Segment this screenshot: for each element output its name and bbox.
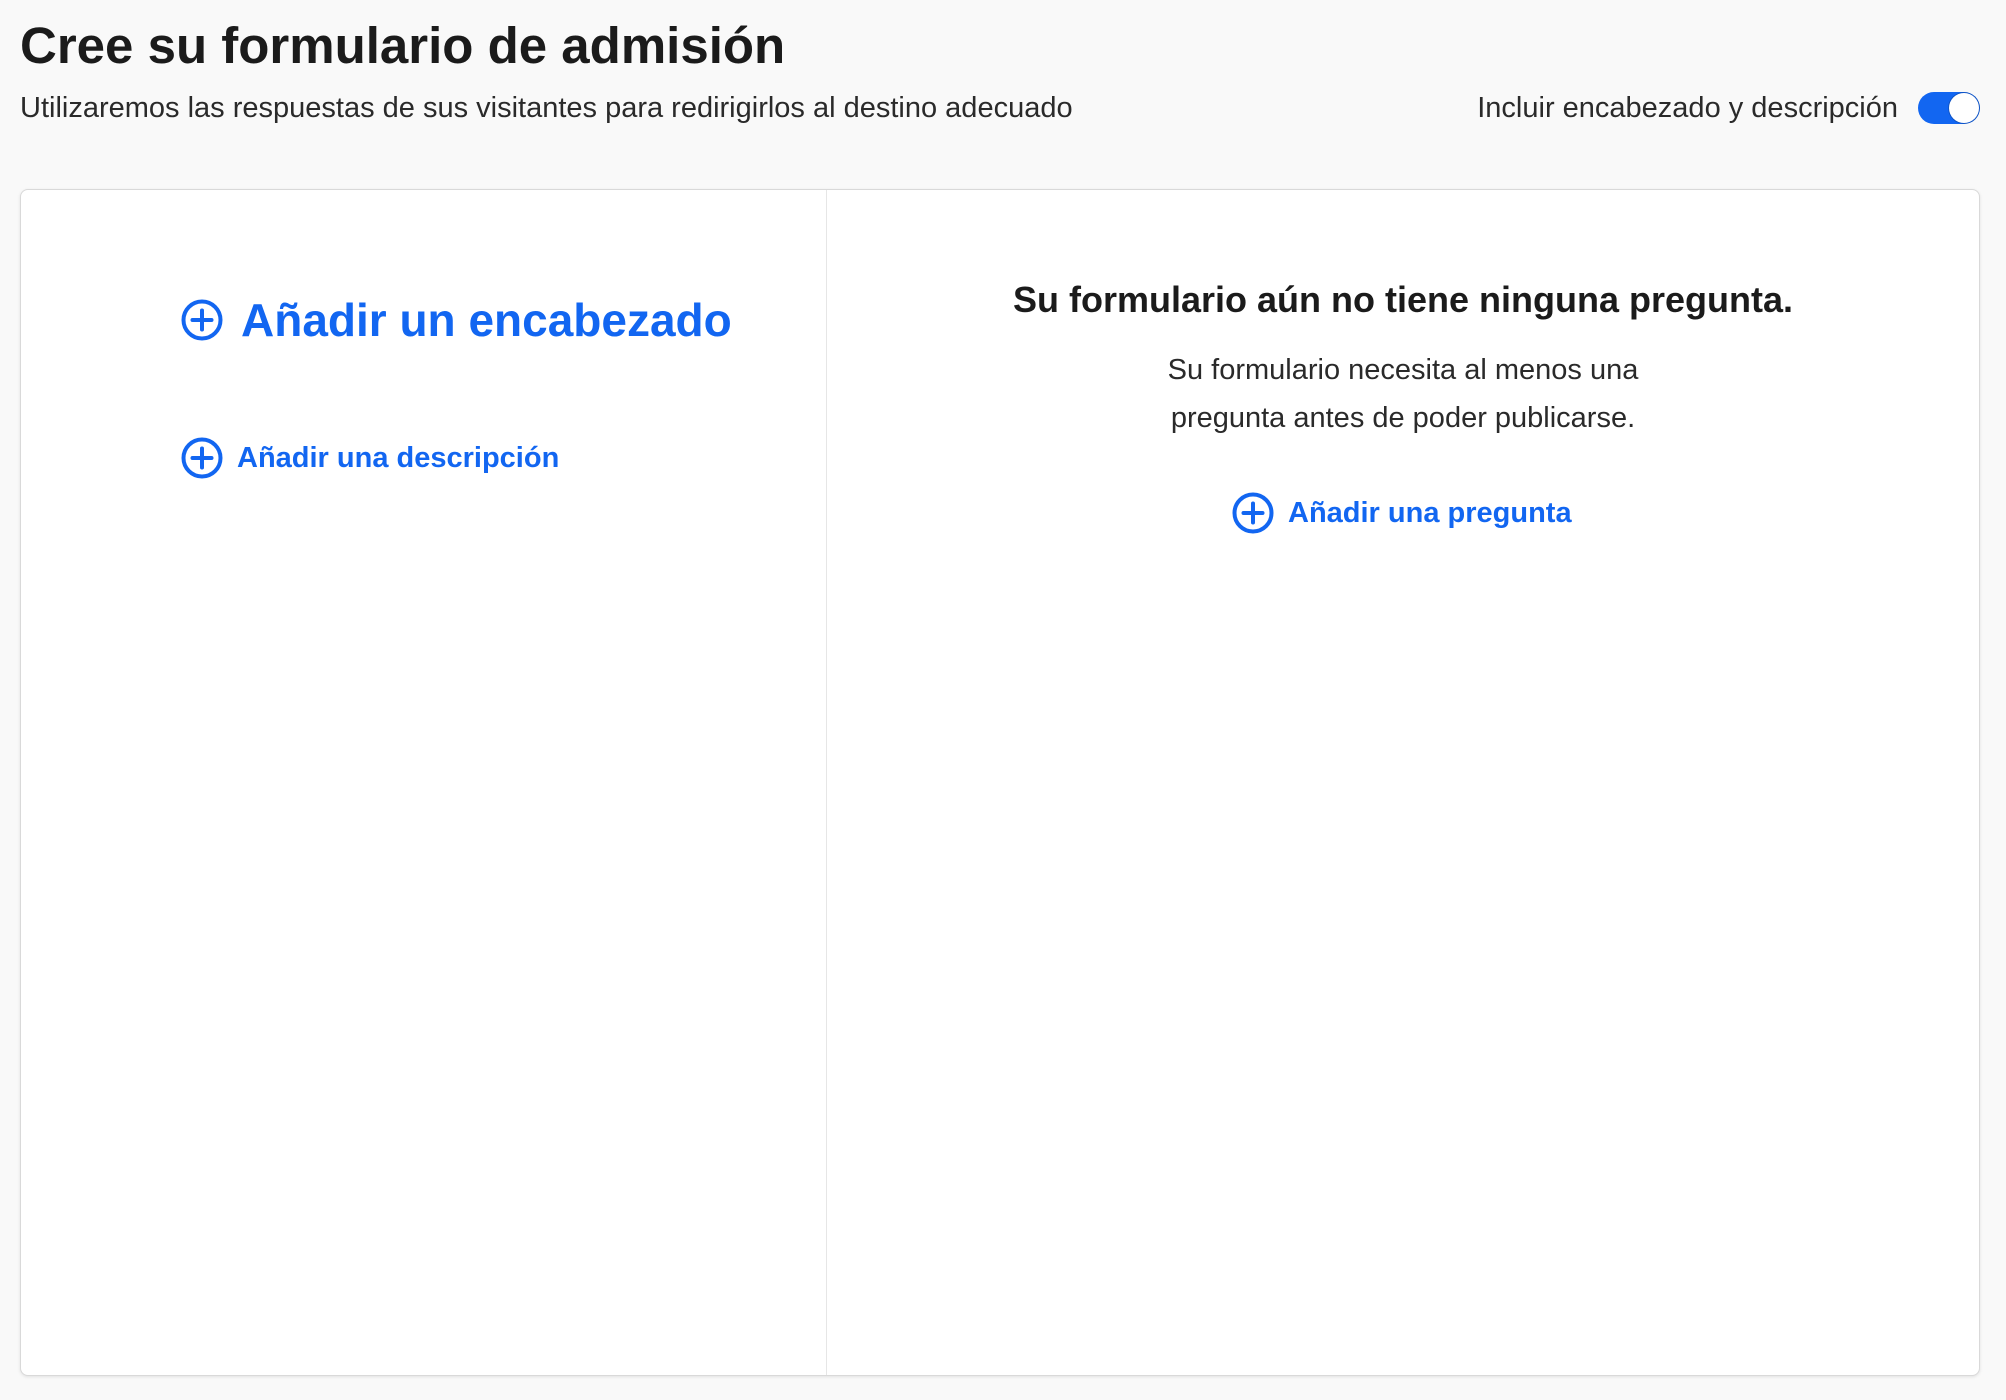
add-description-button[interactable]: Añadir una descripción: [181, 435, 559, 481]
empty-state-description-line: Su formulario necesita al menos una: [1167, 354, 1639, 386]
empty-state-description: Su formulario necesita al menos una preg…: [827, 346, 1979, 442]
plus-circle-icon: [1232, 492, 1274, 534]
page-header: Cree su formulario de admisión Utilizare…: [20, 0, 1980, 150]
include-heading-toggle-label: Incluir encabezado y descripción: [1477, 92, 1898, 124]
plus-circle-icon: [181, 299, 223, 341]
plus-circle-icon: [181, 437, 223, 479]
page-subtitle: Utilizaremos las respuestas de sus visit…: [20, 92, 1073, 124]
toggle-knob: [1949, 93, 1979, 123]
page-title: Cree su formulario de admisión: [20, 17, 786, 74]
add-heading-label: Añadir un encabezado: [241, 294, 732, 346]
form-builder-card: Añadir un encabezado Añadir una descripc…: [20, 189, 1980, 1376]
empty-state-description-line: pregunta antes de poder publicarse.: [1170, 402, 1636, 434]
add-question-label: Añadir una pregunta: [1288, 496, 1572, 529]
add-question-button[interactable]: Añadir una pregunta: [1232, 490, 1572, 536]
add-heading-button[interactable]: Añadir un encabezado: [181, 290, 732, 350]
add-description-label: Añadir una descripción: [237, 441, 560, 474]
empty-state-title: Su formulario aún no tiene ninguna pregu…: [1012, 279, 1793, 320]
include-heading-toggle-group: Incluir encabezado y descripción: [1477, 88, 1980, 128]
include-heading-toggle[interactable]: [1918, 92, 1980, 124]
